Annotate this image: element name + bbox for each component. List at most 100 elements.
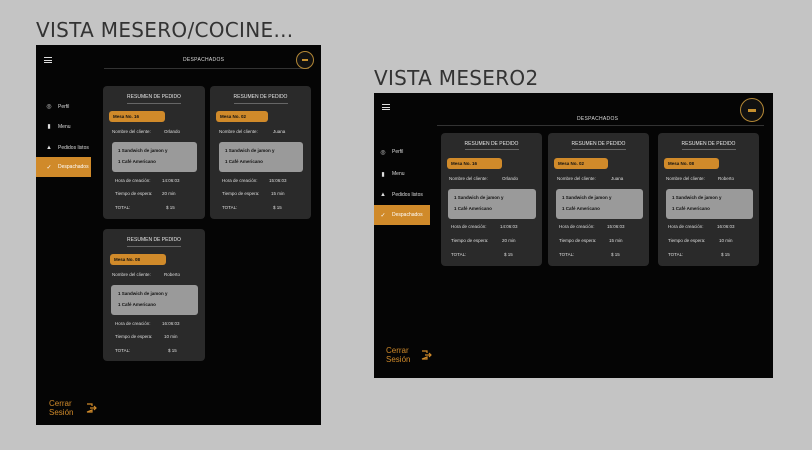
client-name: Orlando [164, 129, 181, 134]
created-value: 16:06:03 [162, 321, 180, 326]
frame-vista-mesero2: DESPACHADOS ◎ Perfil ▮ Menu ▲ Pedidos li… [374, 93, 773, 378]
total-label: TOTAL: [668, 252, 684, 257]
client-name: Roberto [164, 272, 181, 277]
table-badge: Mesa No. 16 [109, 111, 165, 122]
created-label: Hora de creación: [559, 224, 595, 229]
card-title-divider [127, 246, 181, 247]
order-items-box: 1 Sandwich de jamon y 1 Café Americano [448, 189, 536, 219]
sidebar-item-menu[interactable]: ▮ Menu [36, 122, 91, 131]
frame-vista-mesero-cocina: DESPACHADOS ◎ Perfil ▮ Menu ▲ Pedidos li… [36, 45, 321, 425]
wait-value: 10 min [164, 334, 178, 339]
exit-icon[interactable] [421, 350, 432, 360]
sidebar-item-label: Pedidos listos [392, 192, 423, 198]
check-icon: ✓ [380, 212, 386, 219]
wait-value: 20 min [162, 191, 176, 196]
created-label: Hora de creación: [115, 178, 151, 183]
table-badge: Mesa No. 02 [216, 111, 268, 122]
check-icon: ✓ [46, 164, 52, 171]
sidebar-item-label: Menu [392, 171, 405, 177]
order-card-mesa-02[interactable]: RESUMEN DE PEDIDO Mesa No. 02 Nombre del… [548, 133, 649, 266]
created-value: 14:06:03 [162, 178, 180, 183]
order-item: 1 Café Americano [672, 206, 710, 211]
sidebar-item-despachados[interactable]: ✓ Despachados [36, 157, 91, 177]
sidebar-item-label: Pedidos listos [58, 144, 89, 151]
bell-icon: ▲ [380, 192, 386, 198]
sidebar-item-perfil[interactable]: ◎ Perfil [36, 102, 91, 111]
wait-value: 10 min [719, 238, 733, 243]
wait-value: 15 min [609, 238, 623, 243]
total-label: TOTAL: [451, 252, 467, 257]
sidebar-item-despachados[interactable]: ✓ Despachados [374, 205, 430, 225]
book-icon: ▮ [47, 124, 51, 130]
wait-label: Tiempo de espera: [451, 238, 489, 243]
created-label: Hora de creación: [451, 224, 487, 229]
order-item: 1 Sandwich de jamon y [118, 291, 168, 296]
total-label: TOTAL: [559, 252, 575, 257]
total-value: $ 15 [721, 252, 730, 257]
order-item: 1 Café Americano [118, 159, 156, 164]
page-title: DESPACHADOS [577, 116, 619, 122]
total-label: TOTAL: [222, 205, 238, 210]
order-card-mesa-02[interactable]: RESUMEN DE PEDIDO Mesa No. 02 Nombre del… [210, 86, 311, 219]
logo [296, 51, 314, 69]
client-label: Nombre del cliente: [449, 176, 488, 181]
card-title: RESUMEN DE PEDIDO [464, 141, 519, 147]
total-value: $ 15 [166, 205, 175, 210]
frame-title-vista-mesero-cocina: VISTA MESERO/COCINE... [36, 18, 294, 42]
created-value: 15:06:03 [607, 224, 625, 229]
client-name: Orlando [502, 176, 519, 181]
total-value: $ 15 [273, 205, 282, 210]
card-title-divider [127, 103, 181, 104]
bell-icon: ▲ [46, 144, 52, 151]
order-item: 1 Sandwich de jamon y [454, 195, 504, 200]
total-value: $ 15 [504, 252, 513, 257]
logout-label: Cerrar Sesión [49, 399, 74, 417]
sidebar-item-pedidos-listos[interactable]: ▲ Pedidos listos [374, 190, 430, 200]
created-label: Hora de creación: [115, 321, 151, 326]
frame-title-vista-mesero2: VISTA MESERO2 [374, 66, 539, 90]
card-title: RESUMEN DE PEDIDO [571, 141, 626, 147]
wait-label: Tiempo de espera: [115, 191, 153, 196]
order-items-box: 1 Sandwich de jamon y 1 Café Americano [219, 142, 303, 172]
order-item: 1 Sandwich de jamon y [225, 148, 275, 153]
total-value: $ 15 [611, 252, 620, 257]
created-label: Hora de creación: [222, 178, 258, 183]
sidebar-item-label: Despachados [392, 212, 423, 218]
card-title: RESUMEN DE PEDIDO [681, 141, 736, 147]
total-value: $ 15 [168, 348, 177, 353]
client-name: Roberto [718, 176, 735, 181]
client-label: Nombre del cliente: [112, 129, 151, 134]
order-item: 1 Café Americano [562, 206, 600, 211]
order-card-mesa-08[interactable]: RESUMEN DE PEDIDO Mesa No. 08 Nombre del… [103, 229, 205, 361]
order-items-box: 1 Sandwich de jamon y 1 Café Americano [112, 142, 197, 172]
sidebar-item-menu[interactable]: ▮ Menu [374, 169, 430, 179]
logout-button[interactable]: Cerrar Sesión [49, 399, 89, 417]
total-label: TOTAL: [115, 348, 131, 353]
wait-label: Tiempo de espera: [559, 238, 597, 243]
order-card-mesa-16[interactable]: RESUMEN DE PEDIDO Mesa No. 16 Nombre del… [103, 86, 205, 219]
table-badge: Mesa No. 08 [110, 254, 166, 265]
created-label: Hora de creación: [668, 224, 704, 229]
logout-button[interactable]: Cerrar Sesión [386, 346, 422, 364]
order-card-mesa-16[interactable]: RESUMEN DE PEDIDO Mesa No. 16 Nombre del… [441, 133, 542, 266]
user-icon: ◎ [380, 149, 386, 156]
card-title: RESUMEN DE PEDIDO [127, 94, 181, 100]
wait-value: 15 min [271, 191, 285, 196]
order-item: 1 Sandwich de jamon y [672, 195, 722, 200]
client-name: Juana [611, 176, 624, 181]
order-card-mesa-08[interactable]: RESUMEN DE PEDIDO Mesa No. 08 Nombre del… [658, 133, 759, 266]
header-divider [437, 125, 764, 126]
menu-icon[interactable] [382, 104, 390, 110]
sidebar-item-pedidos-listos[interactable]: ▲ Pedidos listos [36, 143, 91, 152]
card-title-divider [682, 149, 736, 150]
wait-label: Tiempo de espera: [668, 238, 706, 243]
order-items-box: 1 Sandwich de jamon y 1 Café Americano [666, 189, 753, 219]
exit-icon[interactable] [86, 403, 97, 413]
table-badge: Mesa No. 02 [554, 158, 608, 169]
menu-icon[interactable] [44, 57, 52, 63]
card-title-divider [234, 103, 288, 104]
sidebar-item-perfil[interactable]: ◎ Perfil [374, 147, 430, 157]
page-title: DESPACHADOS [183, 57, 225, 63]
wait-label: Tiempo de espera: [115, 334, 153, 339]
order-item: 1 Café Americano [225, 159, 263, 164]
